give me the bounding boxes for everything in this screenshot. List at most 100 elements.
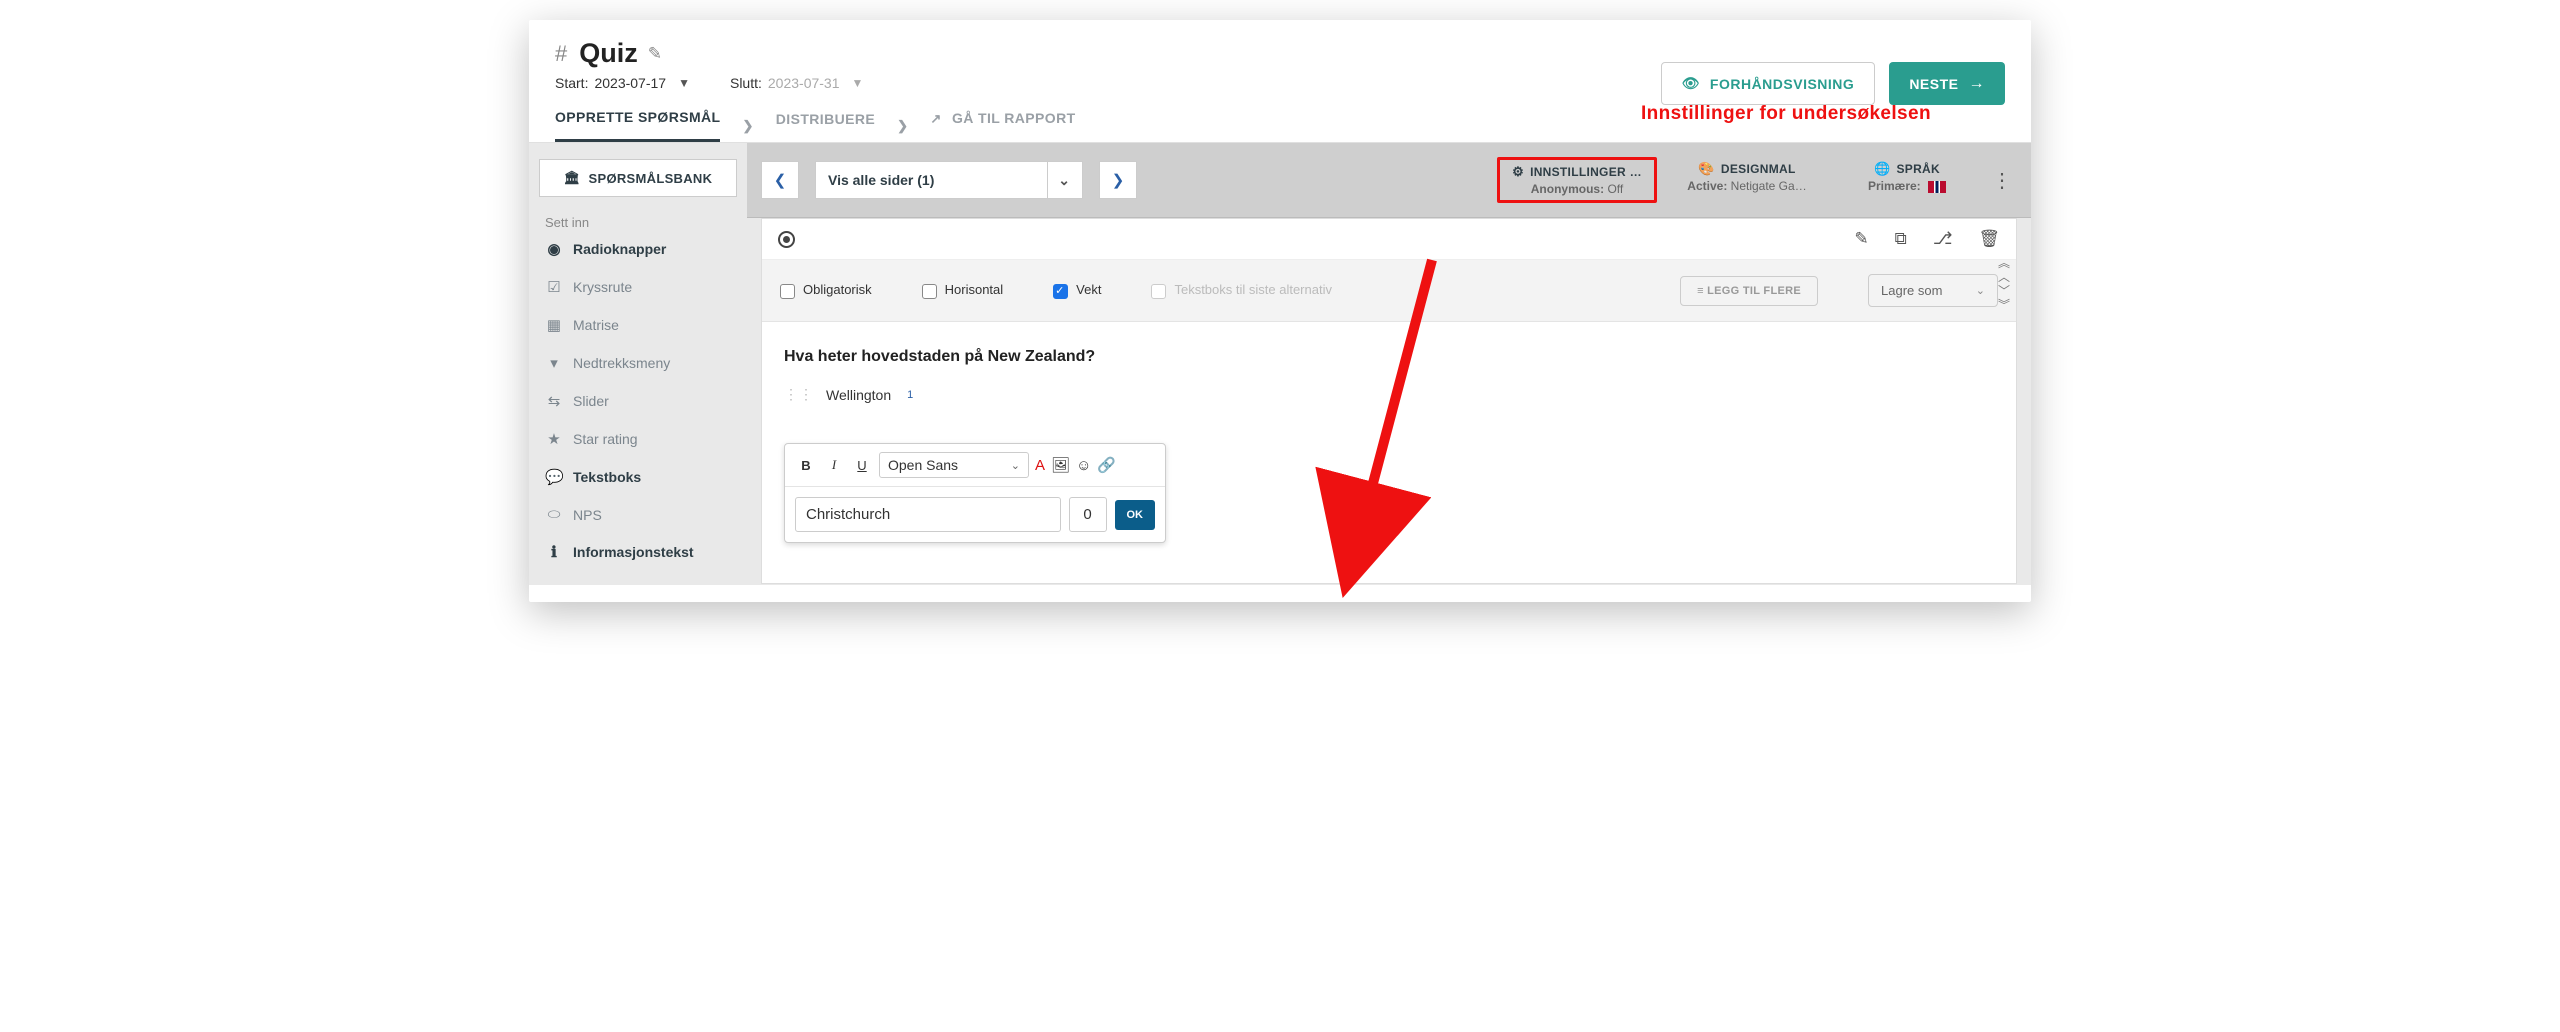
tab-create-questions[interactable]: OPPRETTE SPØRSMÅL xyxy=(555,109,720,142)
external-link-icon: ↗ xyxy=(930,111,941,126)
sidebar-section-label: Sett inn xyxy=(539,215,737,230)
drag-handle-icon[interactable]: ⋮⋮ xyxy=(784,386,814,403)
chevron-down-icon: ▼ xyxy=(852,76,864,90)
sidebar-item-radio[interactable]: ◉ Radioknapper xyxy=(539,230,737,268)
tab-design-sublabel: Active: xyxy=(1687,179,1727,193)
insert-link-button[interactable]: 🔗 xyxy=(1097,456,1116,474)
edit-title-icon[interactable]: ✎ xyxy=(648,44,662,64)
tab-survey-settings[interactable]: ⚙INNSTILLINGER … Anonymous: Off xyxy=(1497,157,1657,203)
sidebar-item-label: Tekstboks xyxy=(573,469,641,485)
question-bank-button[interactable]: 🏛 SPØRSMÅLSBANK xyxy=(539,159,737,197)
prev-page-button[interactable]: ❮ xyxy=(761,161,799,199)
chevron-down-icon: ⌄ xyxy=(1011,459,1020,472)
tab-language[interactable]: 🌐SPRÅK Primære: xyxy=(1827,157,1987,203)
checkbox-icon: ☑ xyxy=(545,278,563,296)
start-date-value: 2023-07-17 xyxy=(594,75,666,91)
gauge-icon: ⬭ xyxy=(545,506,563,523)
save-as-select[interactable]: Lagre som⌄ xyxy=(1868,274,1998,307)
chevron-down-icon: ⌄ xyxy=(1047,162,1070,198)
tab-report[interactable]: ↗ GÅ TIL RAPPORT xyxy=(930,110,1075,141)
opt-weight[interactable]: Vekt xyxy=(1053,282,1101,298)
sidebar-item-matrix[interactable]: ▦ Matrise xyxy=(539,306,737,344)
preview-button-label: FORHÅNDSVISNING xyxy=(1710,76,1854,92)
step-tabs: OPPRETTE SPØRSMÅL ❯ DISTRIBUERE ❯ ↗ GÅ T… xyxy=(529,91,2031,143)
start-date-picker[interactable]: Start: 2023-07-17 ▼ xyxy=(555,75,690,91)
star-icon: ★ xyxy=(545,430,563,448)
edit-question-icon[interactable]: ✎ xyxy=(1854,229,1868,249)
bold-button[interactable]: B xyxy=(795,453,817,477)
sidebar-item-slider[interactable]: ⇆ Slider xyxy=(539,382,737,420)
annotation-text: Innstillinger for undersøkelsen xyxy=(1641,103,1931,125)
question-type-radio-icon xyxy=(778,231,795,248)
collapse-up-icon[interactable]: ︿ xyxy=(1998,270,2010,284)
info-icon: ℹ xyxy=(545,543,563,561)
opt-mandatory[interactable]: Obligatorisk xyxy=(780,282,872,298)
insert-emoji-button[interactable]: ☺ xyxy=(1076,457,1091,474)
hash-icon: # xyxy=(555,41,567,67)
question-bank-label: SPØRSMÅLSBANK xyxy=(589,171,713,186)
radio-icon: ◉ xyxy=(545,240,563,258)
flag-norway-icon xyxy=(1928,181,1946,193)
tab-distribute[interactable]: DISTRIBUERE xyxy=(776,111,875,141)
page-selector[interactable]: Vis alle sider (1) ⌄ xyxy=(815,161,1083,199)
start-date-label: Start: xyxy=(555,75,588,91)
duplicate-question-icon[interactable]: ⧉ xyxy=(1895,229,1907,249)
sidebar-item-dropdown[interactable]: ▾ Nedtrekksmeny xyxy=(539,344,737,382)
sidebar-item-info[interactable]: ℹ Informasjonstekst xyxy=(539,533,737,571)
question-body: Hva heter hovedstaden på New Zealand? ⋮⋮… xyxy=(762,322,2016,583)
survey-title: Quiz xyxy=(579,38,638,69)
opt-horizontal-label: Horisontal xyxy=(945,282,1004,297)
checkbox-icon xyxy=(780,284,795,299)
checkbox-icon xyxy=(922,284,937,299)
tab-lang-sublabel: Primære: xyxy=(1868,179,1921,193)
matrix-icon: ▦ xyxy=(545,316,563,334)
end-date-value: 2023-07-31 xyxy=(768,75,840,91)
expand-down-icon[interactable]: ﹀ xyxy=(1998,284,2010,298)
delete-question-icon[interactable]: 🗑 xyxy=(1978,229,2000,249)
add-more-button[interactable]: ≡ LEGG TIL FLERE xyxy=(1680,276,1818,306)
tab-design-template[interactable]: 🎨DESIGNMAL Active: Netigate Ga… xyxy=(1667,157,1827,203)
tab-report-label: GÅ TIL RAPPORT xyxy=(952,110,1076,126)
tab-settings-subvalue: Off xyxy=(1607,182,1623,196)
question-text: Hva heter hovedstaden på New Zealand? xyxy=(784,348,1994,366)
sidebar-item-checkbox[interactable]: ☑ Kryssrute xyxy=(539,268,737,306)
sidebar-item-label: Slider xyxy=(573,393,609,409)
answer-weight: 1 xyxy=(907,389,913,401)
insert-image-button[interactable]: 🖼 xyxy=(1051,456,1070,474)
sidebar-item-star[interactable]: ★ Star rating xyxy=(539,420,737,458)
opt-mandatory-label: Obligatorisk xyxy=(803,282,872,297)
font-family-select[interactable]: Open Sans ⌄ xyxy=(879,452,1029,478)
next-page-button[interactable]: ❯ xyxy=(1099,161,1137,199)
chat-icon: 💬 xyxy=(545,468,563,486)
sidebar-item-label: Nedtrekksmeny xyxy=(573,355,670,371)
library-icon: 🏛 xyxy=(564,170,581,186)
collapse-all-up-icon[interactable]: ︽ xyxy=(1998,256,2010,270)
answer-row[interactable]: ⋮⋮ Wellington 1 xyxy=(784,386,1994,403)
underline-button[interactable]: U xyxy=(851,453,873,477)
page-toolbar: ❮ Vis alle sider (1) ⌄ ❯ ⚙INNSTILLINGER … xyxy=(747,143,2031,218)
answer-text-input[interactable] xyxy=(795,497,1061,532)
more-menu-button[interactable]: ⋮ xyxy=(1987,157,2017,203)
end-date-picker[interactable]: Slutt: 2023-07-31 ▼ xyxy=(730,75,863,91)
chevron-right-icon: ❯ xyxy=(897,118,908,134)
branch-icon[interactable]: ⎇ xyxy=(1933,229,1953,249)
ok-button[interactable]: OK xyxy=(1115,500,1156,530)
italic-button[interactable]: I xyxy=(823,453,845,477)
tab-design-title: DESIGNMAL xyxy=(1721,162,1796,176)
sidebar-item-label: NPS xyxy=(573,507,602,523)
text-color-button[interactable]: A xyxy=(1035,457,1045,474)
opt-horizontal[interactable]: Horisontal xyxy=(922,282,1004,298)
expand-all-down-icon[interactable]: ︾ xyxy=(1998,298,2010,312)
dropdown-icon: ▾ xyxy=(545,354,563,372)
sidebar-item-textbox[interactable]: 💬 Tekstboks xyxy=(539,458,737,496)
sidebar-item-label: Informasjonstekst xyxy=(573,544,694,560)
page-selector-label: Vis alle sider (1) xyxy=(828,172,934,188)
opt-weight-label: Vekt xyxy=(1076,282,1101,297)
tab-settings-title: INNSTILLINGER … xyxy=(1530,165,1642,179)
sidebar-item-nps[interactable]: ⬭ NPS xyxy=(539,496,737,533)
main-pane: ❮ Vis alle sider (1) ⌄ ❯ ⚙INNSTILLINGER … xyxy=(747,143,2031,585)
sidebar-item-label: Matrise xyxy=(573,317,619,333)
next-button-label: NESTE xyxy=(1909,76,1958,92)
answer-weight-input[interactable] xyxy=(1069,497,1107,532)
tab-design-subvalue: Netigate Ga… xyxy=(1731,179,1807,193)
